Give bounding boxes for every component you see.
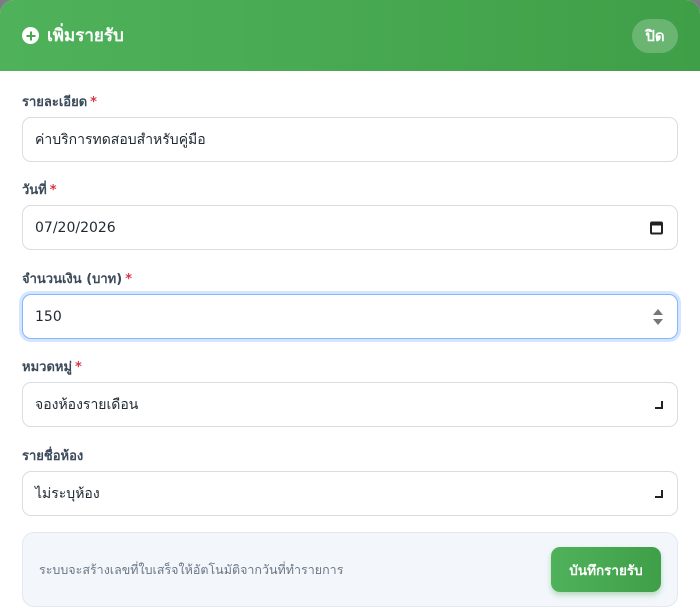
amount-field: จำนวนเงิน (บาท) * 150 xyxy=(22,270,678,339)
description-field: รายละเอียด * ค่าบริการทดสอบสำหรับคู่มือ xyxy=(22,93,678,162)
room-field: รายชื่อห้อง ไม่ระบุห้อง xyxy=(22,447,678,516)
room-selected: ไม่ระบุห้อง xyxy=(35,485,100,502)
chevron-down-icon xyxy=(655,489,663,498)
amount-label: จำนวนเงิน (บาท) * xyxy=(22,270,678,289)
modal-title: เพิ่มรายรับ xyxy=(47,26,124,46)
calendar-icon[interactable] xyxy=(650,221,663,234)
chevron-down-icon xyxy=(655,400,663,409)
category-label: หมวดหมู่ * xyxy=(22,358,678,377)
amount-input[interactable]: 150 xyxy=(22,294,678,339)
room-label-text: รายชื่อห้อง xyxy=(22,449,84,464)
amount-value: 150 xyxy=(35,308,62,325)
description-label-text: รายละเอียด xyxy=(22,95,88,110)
category-label-text: หมวดหมู่ xyxy=(22,360,73,375)
required-mark: * xyxy=(49,183,57,198)
required-mark: * xyxy=(75,360,82,375)
save-income-button[interactable]: บันทึกรายรับ xyxy=(551,547,661,592)
amount-label-text: จำนวนเงิน (บาท) xyxy=(22,272,123,287)
category-selected: จองห้องรายเดือน xyxy=(35,396,139,413)
modal-body: รายละเอียด * ค่าบริการทดสอบสำหรับคู่มือ ว… xyxy=(0,71,700,607)
room-select[interactable]: ไม่ระบุห้อง xyxy=(22,471,678,516)
date-field: วันที่ * 07/20/2026 xyxy=(22,181,678,250)
date-label-text: วันที่ xyxy=(22,183,47,198)
description-value: ค่าบริการทดสอบสำหรับคู่มือ xyxy=(35,131,206,148)
required-mark: * xyxy=(90,95,97,110)
description-label: รายละเอียด * xyxy=(22,93,678,112)
spinner-icon[interactable] xyxy=(653,308,663,325)
modal-header: เพิ่มรายรับ ปิด xyxy=(0,0,700,71)
add-income-modal: เพิ่มรายรับ ปิด รายละเอียด * ค่าบริการทดส… xyxy=(0,0,700,614)
title-wrap: เพิ่มรายรับ xyxy=(22,22,124,49)
date-label: วันที่ * xyxy=(22,181,678,200)
room-label: รายชื่อห้อง xyxy=(22,447,678,466)
receipt-note: ระบบจะสร้างเลขที่ใบเสร็จให้อัตโนมัติจากว… xyxy=(39,561,344,577)
plus-circle-icon xyxy=(22,27,39,44)
category-field: หมวดหมู่ * จองห้องรายเดือน xyxy=(22,358,678,427)
close-button[interactable]: ปิด xyxy=(632,18,678,53)
date-input[interactable]: 07/20/2026 xyxy=(22,205,678,250)
form-footer: ระบบจะสร้างเลขที่ใบเสร็จให้อัตโนมัติจากว… xyxy=(22,532,678,607)
category-select[interactable]: จองห้องรายเดือน xyxy=(22,382,678,427)
date-value: 07/20/2026 xyxy=(35,219,116,236)
required-mark: * xyxy=(125,272,133,287)
description-input[interactable]: ค่าบริการทดสอบสำหรับคู่มือ xyxy=(22,117,678,162)
